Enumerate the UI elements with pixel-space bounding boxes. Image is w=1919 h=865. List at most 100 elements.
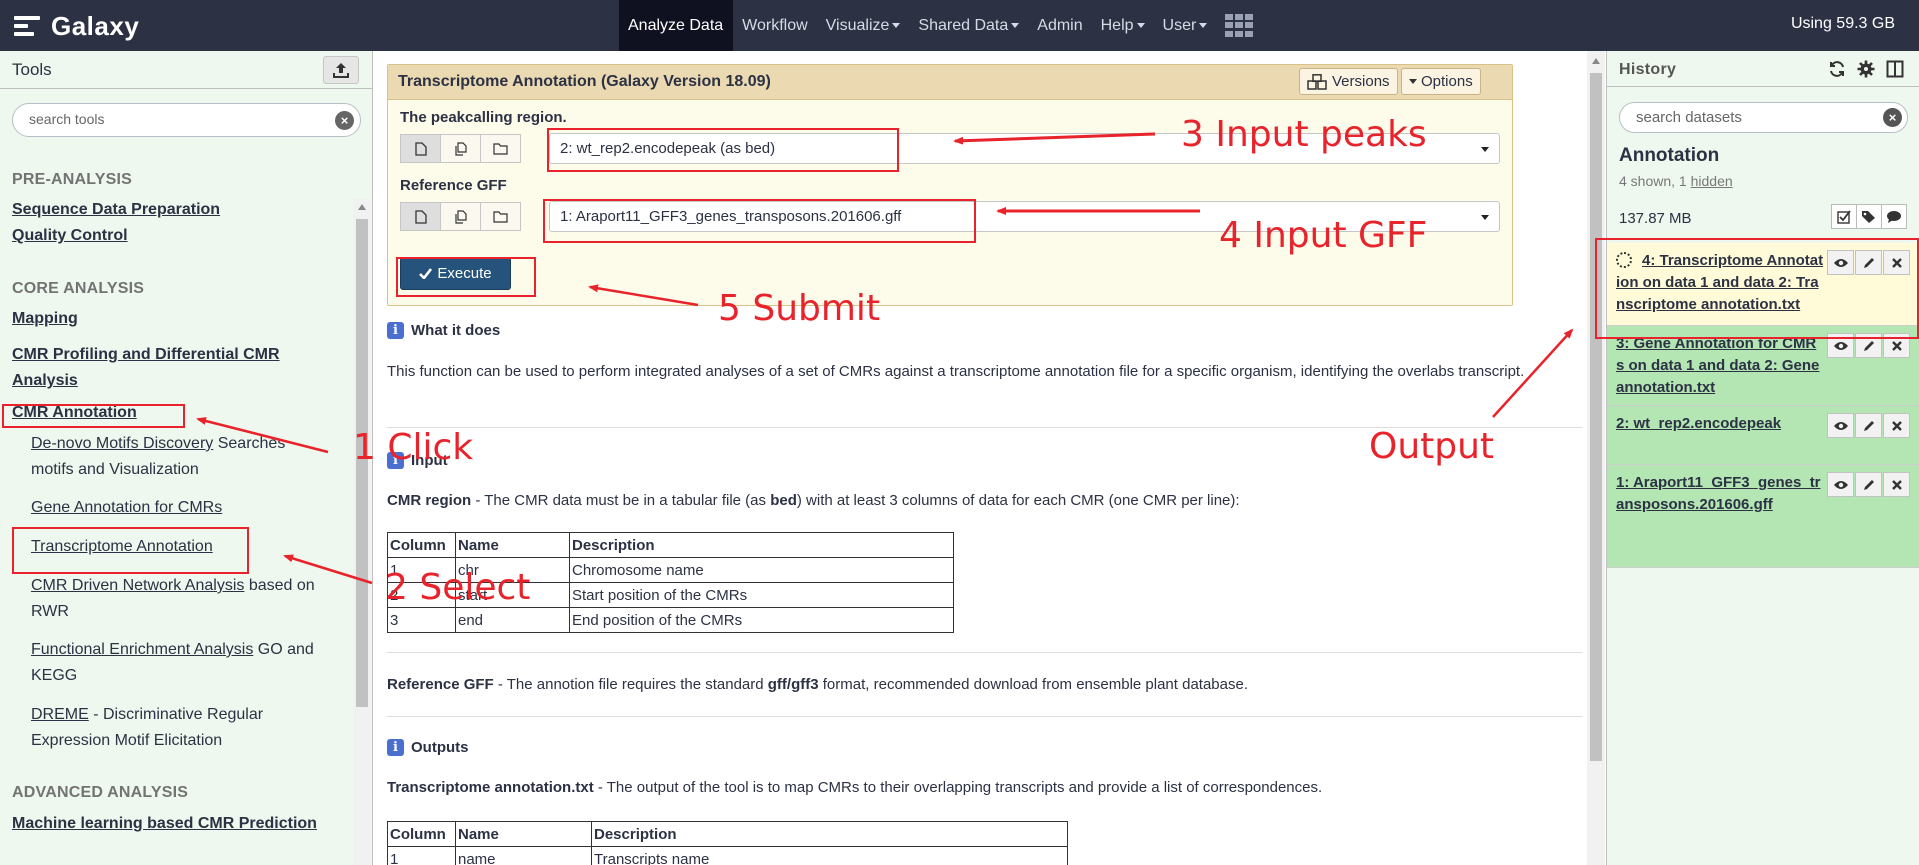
annotation-button[interactable]: [1881, 204, 1907, 229]
pencil-icon[interactable]: [1855, 413, 1882, 438]
columns-icon[interactable]: [1884, 59, 1906, 79]
caret-down-icon: [1199, 23, 1208, 28]
nav-workflow[interactable]: Workflow: [733, 0, 817, 51]
options-button[interactable]: Options: [1401, 68, 1481, 95]
table-header-cell: Column: [387, 532, 456, 558]
scroll-up-icon[interactable]: [1592, 58, 1600, 64]
tool-denovo-motifs[interactable]: De-novo Motifs Discovery Searches motifs…: [31, 431, 331, 483]
single-dataset-button[interactable]: [400, 134, 441, 163]
cubes-icon: [1307, 73, 1327, 90]
history-search-input[interactable]: [1636, 109, 1876, 126]
param-gff-source-buttons: [400, 202, 521, 231]
dataset-actions: [1826, 413, 1910, 438]
category-cmr-profiling[interactable]: CMR Profiling and Differential CMR Analy…: [12, 342, 332, 394]
delete-icon[interactable]: [1883, 413, 1910, 438]
tags-button[interactable]: [1856, 204, 1882, 229]
tool-link[interactable]: CMR Driven Network Analysis: [31, 577, 244, 594]
center-scrollbar[interactable]: [1587, 51, 1605, 865]
category-mapping[interactable]: Mapping: [12, 306, 332, 332]
divider: [387, 716, 1582, 717]
caret-down-icon: [1136, 23, 1145, 28]
clear-search-icon[interactable]: ×: [335, 111, 354, 130]
category-sequence-data-preparation[interactable]: Sequence Data Preparation: [12, 197, 332, 223]
help-output-text: Transcriptome annotation.txt - The outpu…: [387, 777, 1582, 799]
collection-button[interactable]: [480, 134, 521, 163]
galaxy-logo-icon: [14, 15, 40, 37]
nav-user[interactable]: User: [1154, 0, 1217, 51]
annotation-box-output: [1595, 238, 1919, 339]
versions-button[interactable]: Versions: [1299, 68, 1398, 95]
scroll-up-icon[interactable]: [358, 204, 366, 210]
columns-icon-svg: [1886, 60, 1904, 78]
pencil-icon[interactable]: [1855, 472, 1882, 497]
annotation-box-cmr-annotation: [2, 404, 185, 428]
output-columns-table: Column Name Description 1 name Transcrip…: [387, 821, 1068, 865]
tool-functional-enrichment[interactable]: Functional Enrichment Analysis GO and KE…: [31, 637, 331, 689]
tool-link[interactable]: Functional Enrichment Analysis: [31, 641, 253, 658]
nav-visualize[interactable]: Visualize: [817, 0, 910, 51]
gear-icon[interactable]: [1855, 59, 1877, 79]
tool-gene-annotation[interactable]: Gene Annotation for CMRs: [31, 495, 331, 521]
quota-meter[interactable]: Using 59.3 GB: [1791, 15, 1895, 33]
eye-icon[interactable]: [1827, 413, 1854, 438]
help-reference-gff-text: Reference GFF - The annotion file requir…: [387, 674, 1582, 696]
history-name[interactable]: Annotation: [1619, 145, 1719, 167]
tool-link[interactable]: De-novo Motifs Discovery: [31, 435, 213, 452]
annotation-label-5: 5 Submit: [718, 288, 881, 329]
tool-network-analysis[interactable]: CMR Driven Network Analysis based on RWR: [31, 573, 331, 625]
help-cmr-region-text: CMR region - The CMR data must be in a t…: [387, 490, 1582, 512]
category-quality-control[interactable]: Quality Control: [12, 223, 332, 249]
eye-icon[interactable]: [1827, 472, 1854, 497]
table-row: 3 end End position of the CMRs: [387, 607, 954, 633]
dataset-title[interactable]: 3: Gene Annotation for CMRs on data 1 an…: [1616, 333, 1824, 399]
top-navbar: Galaxy Analyze Data Workflow Visualize S…: [0, 0, 1919, 51]
history-size: 137.87 MB: [1619, 210, 1692, 227]
nav-scratchbook[interactable]: [1216, 0, 1262, 51]
scrollbar-thumb[interactable]: [1590, 73, 1602, 761]
file-icon: [414, 141, 427, 156]
annotation-label-1: 1 Click: [353, 427, 474, 468]
delete-icon[interactable]: [1883, 472, 1910, 497]
galaxy-app: Galaxy Analyze Data Workflow Visualize S…: [0, 0, 1919, 865]
tool-search-input[interactable]: [29, 111, 319, 127]
galaxy-brand[interactable]: Galaxy: [14, 8, 139, 44]
nav-analyze-data[interactable]: Analyze Data: [619, 0, 734, 51]
refresh-icon[interactable]: [1826, 59, 1848, 79]
tool-link[interactable]: Gene Annotation for CMRs: [31, 499, 222, 516]
select-items-button[interactable]: [1831, 204, 1857, 229]
tags-icon: [1862, 210, 1875, 223]
upload-button[interactable]: [323, 56, 359, 84]
text: - The CMR data must be in a tabular file…: [471, 492, 771, 509]
multiple-datasets-button[interactable]: [440, 202, 481, 231]
dataset-title[interactable]: 2: wt_rep2.encodepeak: [1616, 413, 1824, 435]
category-ml-prediction[interactable]: Machine learning based CMR Prediction: [12, 811, 332, 837]
nav-shared-data[interactable]: Shared Data: [909, 0, 1028, 51]
single-dataset-button[interactable]: [400, 202, 441, 231]
help-what-it-does-heading: i What it does: [387, 322, 500, 339]
tool-panel-scrollbar[interactable]: [353, 199, 371, 865]
tool-form-title: Transcriptome Annotation (Galaxy Version…: [398, 73, 771, 90]
text: ) with at least 3 columns of data for ea…: [796, 492, 1240, 509]
collection-button[interactable]: [480, 202, 521, 231]
history-dataset[interactable]: 2: wt_rep2.encodepeak: [1607, 406, 1919, 465]
dataset-title[interactable]: 1: Araport11_GFF3_genes_transposons.2016…: [1616, 472, 1824, 516]
param-gff-label: Reference GFF: [400, 177, 507, 194]
caret-down-icon: [1409, 79, 1417, 84]
clear-search-icon[interactable]: ×: [1883, 108, 1902, 127]
annotation-label-2: 2 Select: [385, 567, 531, 608]
nav-help[interactable]: Help: [1092, 0, 1154, 51]
nav-admin[interactable]: Admin: [1028, 0, 1091, 51]
help-what-it-does-text: This function can be used to perform int…: [387, 363, 1525, 380]
multiple-datasets-button[interactable]: [440, 134, 481, 163]
table-cell: Transcripts name: [591, 846, 1068, 865]
main-nav: Analyze Data Workflow Visualize Shared D…: [619, 0, 1262, 51]
tool-link[interactable]: DREME: [31, 706, 89, 723]
hidden-link[interactable]: hidden: [1691, 173, 1733, 189]
history-selectors: [1831, 204, 1907, 229]
history-panel-title: History: [1619, 61, 1677, 78]
info-icon: i: [387, 322, 404, 339]
info-icon: i: [387, 739, 404, 756]
history-dataset[interactable]: 1: Araport11_GFF3_genes_transposons.2016…: [1607, 465, 1919, 568]
table-header-cell: Description: [569, 532, 954, 558]
tool-dreme[interactable]: DREME - Discriminative Regular Expressio…: [31, 702, 331, 754]
